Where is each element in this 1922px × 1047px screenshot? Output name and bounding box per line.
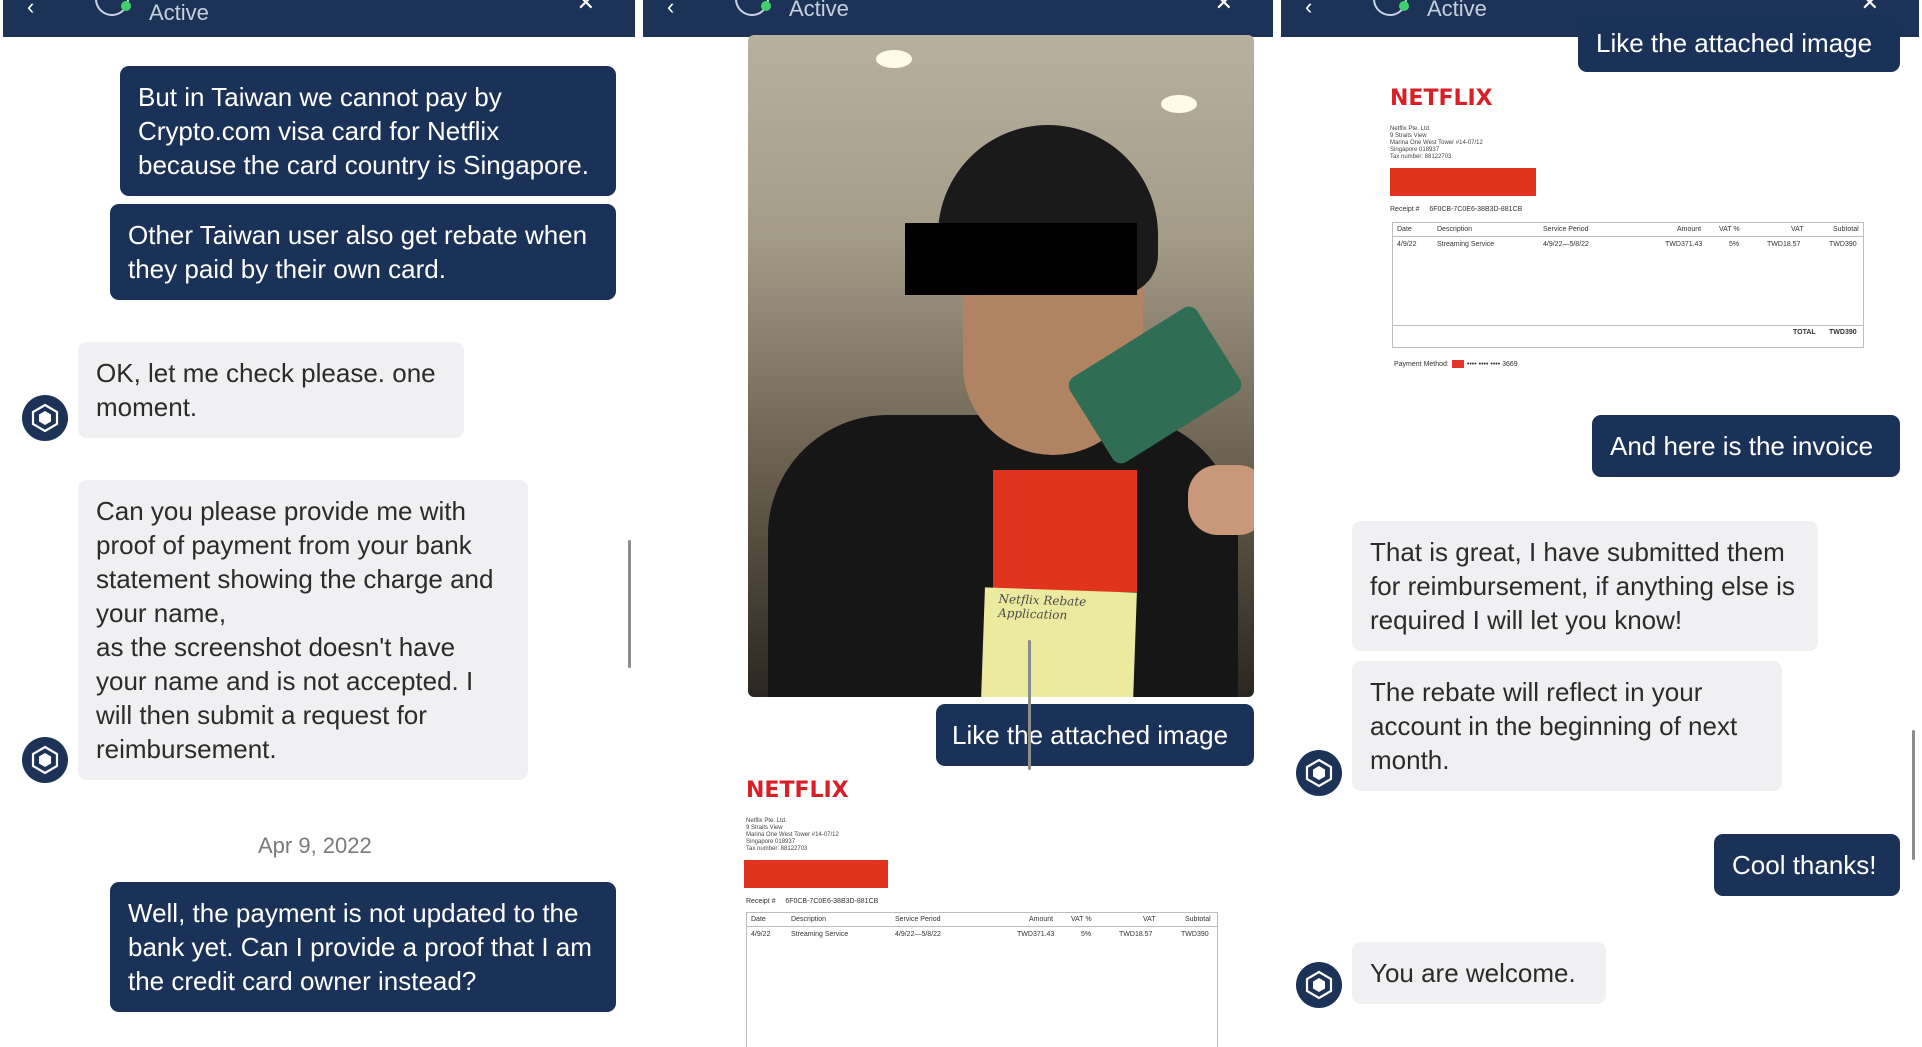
attached-photo[interactable]: Netflix Rebate Application <box>748 35 1254 697</box>
agent-avatar <box>1296 750 1342 796</box>
online-status-dot <box>761 1 771 11</box>
message-bubble-outgoing: Like the attached image <box>936 704 1254 766</box>
crypto-com-shield-icon <box>31 745 59 775</box>
status-text: Active <box>1427 0 1487 21</box>
face-redaction-bar <box>905 223 1137 295</box>
agent-avatar <box>22 395 68 441</box>
sticky-note-text: Netflix Rebate Application <box>997 591 1087 623</box>
invoice-address: Netflix Pte. Ltd. 9 Straits View Marina … <box>746 818 839 852</box>
status-text: Active <box>149 0 209 25</box>
agent-avatar <box>22 737 68 783</box>
netflix-logo: NETFLIX <box>746 778 849 803</box>
invoice-address: Netflix Pte. Ltd. 9 Straits View Marina … <box>1390 126 1483 160</box>
chat-header: ‹ Active ✕ <box>3 0 635 37</box>
invoice-redaction <box>1390 168 1536 196</box>
message-bubble-incoming: The rebate will reflect in your account … <box>1352 661 1782 791</box>
red-redaction-block <box>993 470 1137 592</box>
close-icon[interactable]: ✕ <box>1215 0 1233 16</box>
receipt-number: Receipt # 6F0CB-7C0E6-38B3D-881CB <box>746 898 879 905</box>
status-text: Active <box>789 0 849 21</box>
scrollbar[interactable] <box>628 540 631 668</box>
message-bubble-incoming: OK, let me check please. one moment. <box>78 342 464 438</box>
chat-panel-2: ‹ Active ✕ Netflix Rebate Application Li… <box>640 0 1276 1047</box>
online-status-dot <box>121 1 131 11</box>
payment-method: Payment Method: •••• •••• •••• 3669 <box>1394 360 1518 368</box>
chat-header: ‹ Active ✕ <box>643 0 1273 37</box>
agent-avatar <box>1296 962 1342 1008</box>
scrollbar[interactable] <box>1028 640 1031 770</box>
close-icon[interactable]: ✕ <box>577 0 595 16</box>
receipt-number: Receipt # 6F0CB-7C0E6-38B3D-881CB <box>1390 206 1523 213</box>
card-brand-icon <box>1451 360 1464 368</box>
chat-panel-3: ‹ Active ✕ Like the attached image NETFL… <box>1278 0 1922 1047</box>
back-arrow-icon[interactable]: ‹ <box>27 0 34 20</box>
invoice-redaction <box>744 860 888 888</box>
message-bubble-outgoing: Cool thanks! <box>1714 834 1900 896</box>
online-status-dot <box>1399 1 1409 11</box>
message-bubble-outgoing: Well, the payment is not updated to the … <box>110 882 616 1012</box>
crypto-com-shield-icon <box>31 403 59 433</box>
date-separator: Apr 9, 2022 <box>258 833 372 858</box>
message-bubble-outgoing: Other Taiwan user also get rebate when t… <box>110 204 616 300</box>
chat-panel-1: ‹ Active ✕ But in Taiwan we cannot pay b… <box>0 0 638 1047</box>
invoice-table: Date Description Service Period Amount V… <box>746 912 1218 1047</box>
message-bubble-incoming: Can you please provide me with proof of … <box>78 480 528 780</box>
message-bubble-incoming: You are welcome. <box>1352 942 1606 1004</box>
invoice-table: Date Description Service Period Amount V… <box>1392 222 1864 348</box>
message-bubble-outgoing: And here is the invoice <box>1592 415 1900 477</box>
message-bubble-outgoing: But in Taiwan we cannot pay by Crypto.co… <box>120 66 616 196</box>
message-bubble-incoming: That is great, I have submitted them for… <box>1352 521 1818 651</box>
sticky-note: Netflix Rebate Application <box>981 587 1137 697</box>
message-bubble-outgoing: Like the attached image <box>1578 14 1900 72</box>
back-arrow-icon[interactable]: ‹ <box>1305 0 1312 20</box>
invoice-image[interactable]: NETFLIX Netflix Pte. Ltd. 9 Straits View… <box>1390 80 1880 380</box>
back-arrow-icon[interactable]: ‹ <box>667 0 674 20</box>
netflix-logo: NETFLIX <box>1390 86 1493 111</box>
crypto-com-shield-icon <box>1305 970 1333 1000</box>
invoice-image[interactable]: NETFLIX Netflix Pte. Ltd. 9 Straits View… <box>744 772 1226 1047</box>
crypto-com-shield-icon <box>1305 758 1333 788</box>
scrollbar[interactable] <box>1912 730 1915 860</box>
